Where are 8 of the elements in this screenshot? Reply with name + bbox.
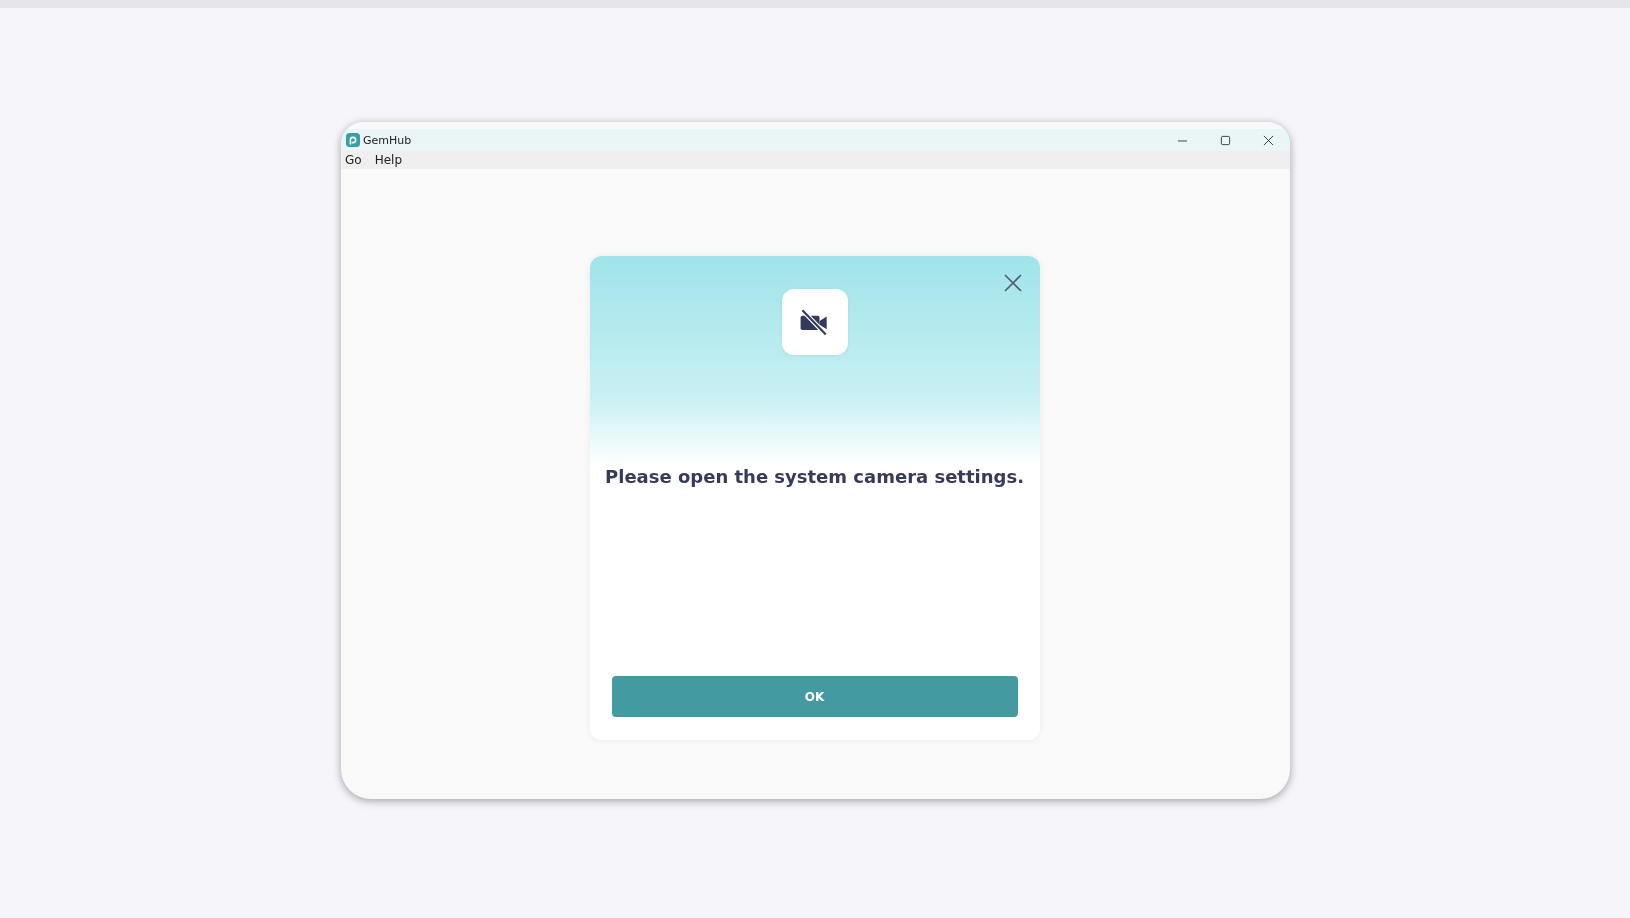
- window-title: GemHub: [363, 133, 412, 147]
- dialog-message: Please open the system camera settings.: [605, 466, 1024, 487]
- close-icon[interactable]: [1003, 274, 1022, 292]
- menu-item[interactable]: Go: [345, 153, 362, 167]
- app-logo-icon: [346, 133, 360, 147]
- close-icon: [1262, 134, 1274, 146]
- maximize-icon: [1219, 134, 1231, 146]
- menu-item[interactable]: Help: [374, 153, 402, 167]
